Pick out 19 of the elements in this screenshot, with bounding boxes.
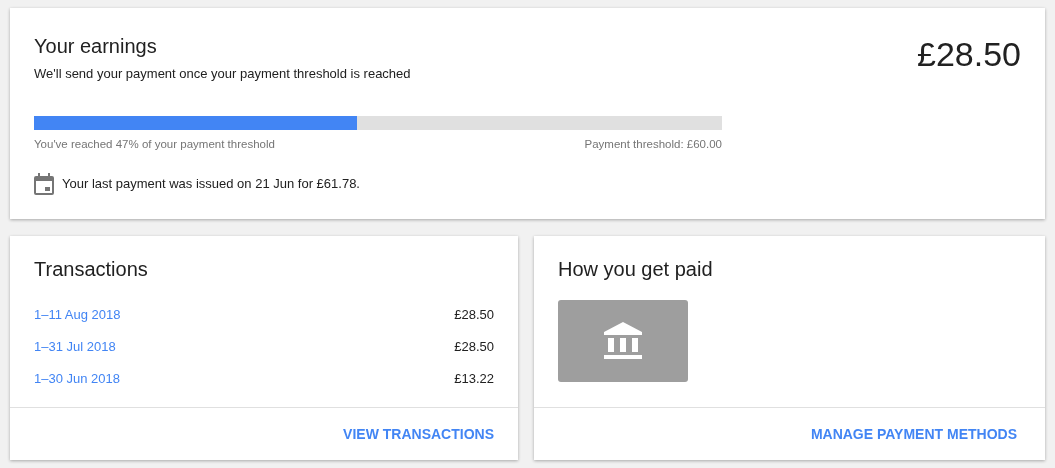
bank-icon [602, 322, 644, 360]
last-payment-text: Your last payment was issued on 21 Jun for £61.78. [62, 175, 360, 193]
calendar-icon [34, 172, 54, 195]
transaction-link[interactable]: 1–11 Aug 2018 [34, 305, 121, 325]
subtitle: We'll send your payment once your payment threshold is reached [34, 65, 412, 83]
payment-method-card[interactable] [558, 300, 688, 382]
transaction-amount: £28.50 [454, 306, 494, 325]
transaction-link[interactable]: 1–30 Jun 2018 [34, 369, 121, 389]
progress-label: You've reached 47% of your payment threshold [34, 136, 275, 152]
transaction-amount: £13.22 [454, 370, 494, 389]
transaction-amount: £28.50 [454, 338, 494, 357]
transaction-link[interactable]: 1–31 Jul 2018 [34, 337, 116, 357]
manage-payment-button[interactable]: MANAGE PAYMENT METHODS [810, 423, 1017, 445]
card-title: How you get paid [557, 257, 714, 281]
view-transactions-button[interactable]: VIEW TRANSACTIONS [343, 423, 494, 445]
threshold-label: Payment threshold: £60.00 [584, 136, 722, 152]
card-title: Your earnings [34, 34, 158, 58]
card-title: Transactions [33, 257, 149, 281]
earnings-amount: £28.50 [917, 34, 1021, 75]
